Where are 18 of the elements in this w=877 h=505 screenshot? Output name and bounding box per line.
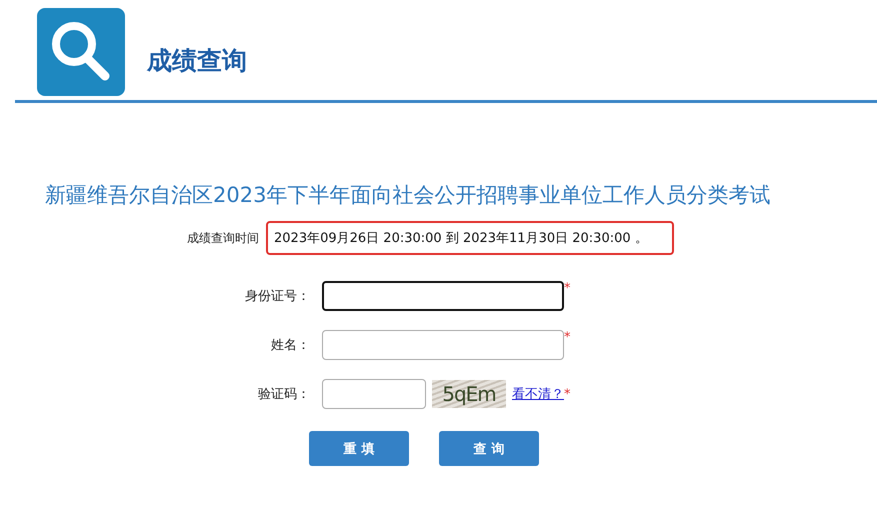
page-title: 成绩查询	[147, 44, 247, 76]
input-field[interactable]	[322, 379, 426, 409]
captcha-image: 5qEm	[432, 380, 506, 408]
required-mark: *	[564, 330, 570, 345]
query-time-value: 2023年09月26日 20:30:00 到 2023年11月30日 20:30:00 。	[266, 221, 674, 255]
required-mark: *	[564, 386, 570, 402]
required-mark: *	[564, 281, 570, 296]
query-time-label: 成绩查询时间	[187, 230, 259, 246]
search-icon	[37, 8, 125, 96]
input-field[interactable]	[322, 281, 564, 311]
reset-button[interactable]: 重 填	[309, 431, 409, 466]
exam-title: 新疆维吾尔自治区2023年下半年面向社会公开招聘事业单位工作人员分类考试	[45, 182, 772, 209]
refresh-captcha-link[interactable]: 看不清？	[512, 385, 564, 403]
input-field[interactable]	[322, 330, 564, 360]
query-button[interactable]: 查 询	[439, 431, 539, 466]
field-label: 姓名：	[270, 337, 311, 354]
field-label: 身份证号：	[244, 288, 311, 305]
field-label: 验证码：	[257, 386, 311, 403]
